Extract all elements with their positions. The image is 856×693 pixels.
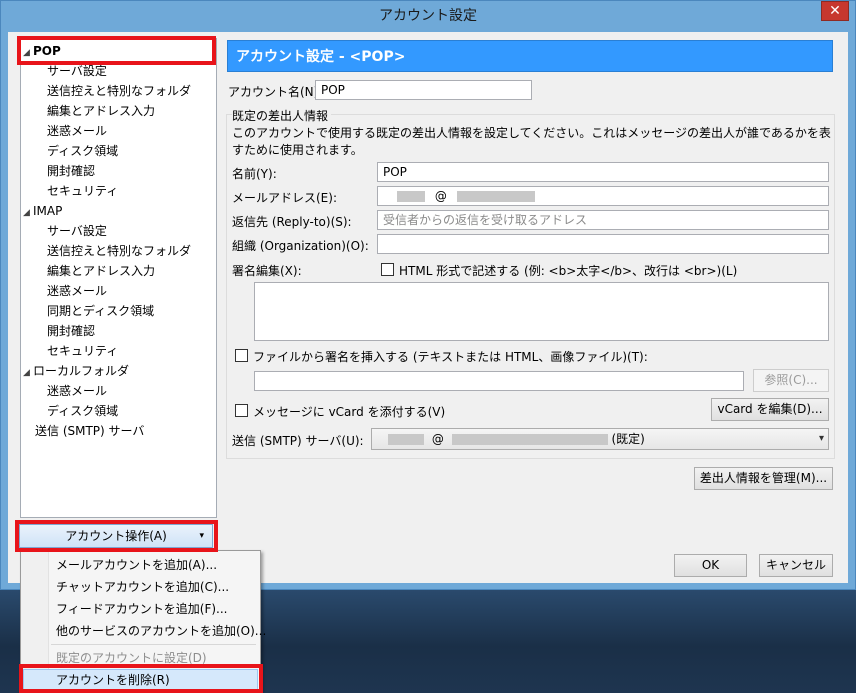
tree-item-disk-space[interactable]: ディスク領域 (47, 401, 118, 421)
reply-to-label: 返信先 (Reply-to)(S): (232, 215, 352, 229)
tree-item-junk[interactable]: 迷惑メール (47, 381, 107, 401)
tree-item-smtp-server[interactable]: 送信 (SMTP) サーバ (35, 421, 144, 441)
highlight-box-pop (17, 36, 216, 65)
account-tree[interactable]: ◢ POP サーバ設定 送信控えと特別なフォルダ 編集とアドレス入力 迷惑メール … (20, 38, 217, 518)
tree-item-security[interactable]: セキュリティ (47, 181, 118, 201)
chevron-down-icon: ▾ (818, 433, 824, 444)
tree-item-label: ローカルフォルダ (33, 364, 130, 378)
cancel-button[interactable]: キャンセル (759, 554, 833, 577)
signature-textarea[interactable] (254, 282, 829, 341)
window-title: アカウント設定 (379, 8, 477, 24)
expander-icon[interactable]: ◢ (23, 203, 33, 223)
menu-add-other-account[interactable]: 他のサービスのアカウントを追加(O)... (56, 621, 266, 641)
account-name-field[interactable]: POP (315, 80, 532, 100)
redacted-text (451, 434, 608, 445)
tree-item-label: IMAP (33, 204, 63, 218)
tree-item-junk[interactable]: 迷惑メール (47, 281, 107, 301)
signature-label: 署名編集(X): (232, 264, 302, 278)
menu-add-feed-account[interactable]: フィードアカウントを追加(F)... (56, 599, 227, 619)
tree-item-sync-disk[interactable]: 同期とディスク領域 (47, 301, 154, 321)
tree-item-junk[interactable]: 迷惑メール (47, 121, 107, 141)
reply-to-field[interactable]: 受信者からの返信を受け取るアドレス (377, 210, 829, 230)
menu-add-mail-account[interactable]: メールアカウントを追加(A)... (56, 555, 217, 575)
smtp-at: @ (431, 432, 444, 446)
tree-item-copies-folders[interactable]: 送信控えと特別なフォルダ (47, 81, 191, 101)
html-format-label[interactable]: HTML 形式で記述する (例: <b>太字</b>、改行は <br>)(L) (399, 262, 737, 279)
account-name-label: アカウント名(N): (228, 85, 323, 99)
highlight-box-account-actions (15, 520, 218, 552)
tree-item-security[interactable]: セキュリティ (47, 341, 118, 361)
account-settings-dialog: アカウント設定 ✕ ◢ POP サーバ設定 送信控えと特別なフォルダ 編集とアドレ… (0, 0, 856, 590)
group-description: このアカウントで使用する既定の差出人情報を設定してください。これはメッセージの差… (232, 126, 831, 157)
menu-separator (51, 644, 256, 645)
email-at: @ (434, 189, 447, 203)
name-label: 名前(Y): (232, 167, 277, 181)
email-label: メールアドレス(E): (232, 191, 337, 205)
tree-account-imap[interactable]: ◢ IMAP (23, 201, 62, 221)
html-format-checkbox[interactable] (381, 263, 394, 276)
vcard-label[interactable]: メッセージに vCard を添付する(V) (253, 403, 445, 420)
browse-button[interactable]: 参照(C)... (753, 369, 829, 392)
smtp-default-label: (既定) (611, 432, 645, 446)
name-field[interactable]: POP (377, 162, 829, 182)
panel-header: アカウント設定 - <POP> (227, 40, 833, 72)
signature-file-path-field[interactable] (254, 371, 744, 391)
vcard-checkbox[interactable] (235, 404, 248, 417)
organization-field[interactable] (377, 234, 829, 254)
highlight-box-remove-account (19, 664, 263, 693)
smtp-server-select[interactable]: @ (既定) ▾ (371, 428, 829, 450)
expander-icon[interactable]: ◢ (23, 363, 33, 383)
redacted-text (456, 191, 535, 202)
email-field[interactable]: @ (377, 186, 829, 206)
tree-account-local-folders[interactable]: ◢ ローカルフォルダ (23, 361, 129, 381)
file-signature-label[interactable]: ファイルから署名を挿入する (テキストまたは HTML、画像ファイル)(T): (253, 348, 648, 365)
dialog-client-area: ◢ POP サーバ設定 送信控えと特別なフォルダ 編集とアドレス入力 迷惑メール … (8, 32, 848, 583)
tree-item-return-receipts[interactable]: 開封確認 (47, 321, 95, 341)
smtp-label: 送信 (SMTP) サーバ(U): (232, 434, 364, 448)
close-icon[interactable]: ✕ (821, 1, 849, 21)
menu-add-chat-account[interactable]: チャットアカウントを追加(C)... (56, 577, 229, 597)
tree-item-return-receipts[interactable]: 開封確認 (47, 161, 95, 181)
redacted-text (397, 191, 425, 202)
tree-item-server-settings[interactable]: サーバ設定 (47, 221, 107, 241)
organization-label: 組織 (Organization)(O): (232, 239, 369, 253)
tree-item-composition[interactable]: 編集とアドレス入力 (47, 101, 155, 121)
group-title: 既定の差出人情報 (232, 107, 332, 124)
ok-button[interactable]: OK (674, 554, 747, 577)
tree-item-composition[interactable]: 編集とアドレス入力 (47, 261, 155, 281)
edit-vcard-button[interactable]: vCard を編集(D)... (711, 398, 829, 421)
redacted-text (388, 434, 424, 445)
tree-item-disk-space[interactable]: ディスク領域 (47, 141, 118, 161)
manage-identities-button[interactable]: 差出人情報を管理(M)... (694, 467, 833, 490)
tree-item-copies-folders[interactable]: 送信控えと特別なフォルダ (47, 241, 191, 261)
file-signature-checkbox[interactable] (235, 349, 248, 362)
